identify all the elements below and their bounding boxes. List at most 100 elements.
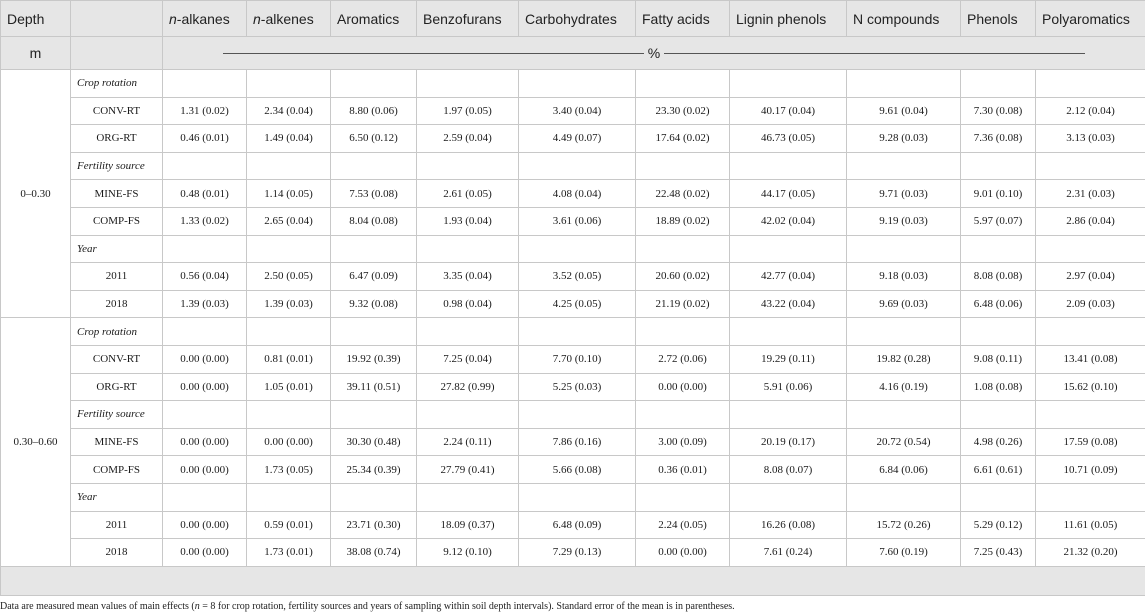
column-header: Aromatics [330,0,417,37]
value-cell: 8.08 (0.07) [729,455,847,484]
table-body: 0–0.30 Crop rotation CONV-RT 1.31 (0.02) 2.3… [0,68,1145,596]
empty-cell [1035,317,1145,346]
empty-cell [162,234,247,264]
value-cell: 9.69 (0.03) [846,289,961,319]
empty-cell [416,234,519,264]
empty-cell [729,482,847,512]
table-row: MINE-FS 0.00 (0.00) 0.00 (0.00) 30.30 (0.48… [1,427,1145,457]
empty-cell [162,400,247,429]
value-cell: 4.16 (0.19) [846,372,961,402]
value-cell: 43.22 (0.04) [729,289,847,319]
value-cell: 1.39 (0.03) [246,289,331,319]
value-cell: 0.00 (0.00) [162,344,247,374]
value-cell: 20.60 (0.02) [635,262,730,291]
value-cell: 6.48 (0.09) [518,510,636,540]
value-cell: 1.33 (0.02) [162,206,247,236]
table-row: CONV-RT 1.31 (0.02) 2.34 (0.04) 8.80 (0.06)… [1,96,1145,126]
group-label: Year [70,234,163,264]
value-cell: 2.34 (0.04) [246,96,331,126]
percent-label: % [643,45,665,61]
empty-cell [246,234,331,264]
column-header-label: Benzofurans [423,10,502,27]
value-cell: 22.48 (0.02) [635,179,730,208]
row-label: 2018 [70,538,163,567]
empty-cell [416,482,519,512]
empty-cell [635,151,730,181]
value-cell: 2.31 (0.03) [1035,179,1145,208]
row-label: 2011 [70,510,163,540]
value-cell: 3.35 (0.04) [416,262,519,291]
table-footer-cell [0,565,1145,596]
value-cell: 7.36 (0.08) [960,124,1036,153]
value-cell: 0.59 (0.01) [246,510,331,540]
empty-cell [960,151,1036,181]
column-header-label: -alkanes [176,10,230,27]
table-row: CONV-RT 0.00 (0.00) 0.81 (0.01) 19.92 (0.39… [1,344,1145,374]
empty-cell [518,151,636,181]
value-cell: 0.00 (0.00) [162,455,247,484]
empty-cell [635,69,730,98]
empty-cell [635,400,730,429]
group-label: Crop rotation [70,69,163,98]
empty-cell [330,317,417,346]
value-cell: 7.70 (0.10) [518,344,636,374]
value-cell: 30.30 (0.48) [330,427,417,457]
empty-cell [635,482,730,512]
empty-cell [330,69,417,98]
value-cell: 9.28 (0.03) [846,124,961,153]
value-cell: 9.32 (0.08) [330,289,417,319]
group-header [70,0,163,37]
percent-unit: % [162,36,1145,70]
value-cell: 11.61 (0.05) [1035,510,1145,540]
value-cell: 2.97 (0.04) [1035,262,1145,291]
group-row: 0–0.30 Crop rotation [0,68,1145,319]
empty-cell [416,69,519,98]
value-cell: 2.12 (0.04) [1035,96,1145,126]
empty-cell [846,400,961,429]
value-cell: 2.24 (0.11) [416,427,519,457]
value-cell: 7.30 (0.08) [960,96,1036,126]
row-label: 2011 [70,262,163,291]
row-label: MINE-FS [70,427,163,457]
column-header: Benzofurans [416,0,519,37]
empty-cell [846,317,961,346]
empty-cell [518,234,636,264]
value-cell: 2.59 (0.04) [416,124,519,153]
empty-cell [518,400,636,429]
column-header: n-alkenes [246,0,331,37]
empty-cell [330,400,417,429]
empty-cell [416,317,519,346]
value-cell: 2.72 (0.06) [635,344,730,374]
column-header-label: N compounds [853,10,940,27]
table-row: COMP-FS 0.00 (0.00) 1.73 (0.05) 25.34 (0.39… [1,455,1145,484]
value-cell: 8.80 (0.06) [330,96,417,126]
table-footer-row [0,565,1145,596]
value-cell: 3.13 (0.03) [1035,124,1145,153]
value-cell: 44.17 (0.05) [729,179,847,208]
group-row: Year [1,482,1145,512]
table-footnote: Data are measured mean values of main ef… [0,601,735,612]
group-row: Fertility source [1,400,1145,429]
value-cell: 18.09 (0.37) [416,510,519,540]
value-cell: 20.72 (0.54) [846,427,961,457]
column-header-label: Carbohydrates [525,10,617,27]
value-cell: 2.86 (0.04) [1035,206,1145,236]
value-cell: 27.79 (0.41) [416,455,519,484]
value-cell: 5.25 (0.03) [518,372,636,402]
empty-cell [246,317,331,346]
empty-cell [162,482,247,512]
column-header: Polyaromatics [1035,0,1145,37]
value-cell: 4.49 (0.07) [518,124,636,153]
value-cell: 5.66 (0.08) [518,455,636,484]
empty-cell [729,69,847,98]
unit-row: m % [0,36,1145,70]
row-label: CONV-RT [70,96,163,126]
column-header: Fatty acids [635,0,730,37]
group-label: Fertility source [70,151,163,181]
value-cell: 3.00 (0.09) [635,427,730,457]
depth-header: Depth [0,0,71,37]
table-row: 2011 0.56 (0.04) 2.50 (0.05) 6.47 (0.09) 3.3… [1,262,1145,291]
value-cell: 0.81 (0.01) [246,344,331,374]
empty-cell [246,482,331,512]
column-header-label: Fatty acids [642,10,710,27]
